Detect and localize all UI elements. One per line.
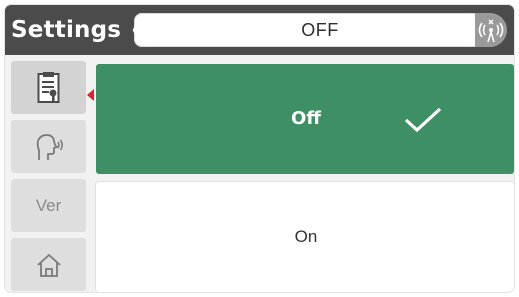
option-label: Off [291, 108, 321, 129]
home-icon [37, 253, 61, 277]
sidebar-item-home[interactable] [11, 238, 86, 291]
page-title: Settings [11, 17, 122, 43]
speaking-head-icon [36, 134, 64, 160]
sidebar-item-version[interactable]: Ver [11, 179, 86, 232]
sidebar-item-voice[interactable] [11, 120, 86, 173]
checkmark-icon [404, 107, 442, 133]
active-item-marker [87, 89, 94, 101]
sidebar-item-clipboard[interactable] [11, 61, 86, 114]
option-on[interactable]: On [96, 182, 514, 292]
sidebar: Ver [11, 61, 87, 292]
status-display: OFF [134, 13, 506, 47]
wireless-status [475, 13, 507, 47]
status-value: OFF [301, 20, 339, 40]
settings-screen: Settings OFF Ver Off On [5, 5, 514, 292]
option-off[interactable]: Off [96, 64, 514, 174]
wireless-antenna-icon [478, 19, 504, 43]
sidebar-item-label: Ver [35, 196, 62, 215]
back-bracket-icon[interactable] [128, 12, 148, 48]
header-bar: Settings OFF [5, 5, 514, 55]
clipboard-icon [37, 72, 60, 103]
option-label: On [294, 227, 318, 246]
